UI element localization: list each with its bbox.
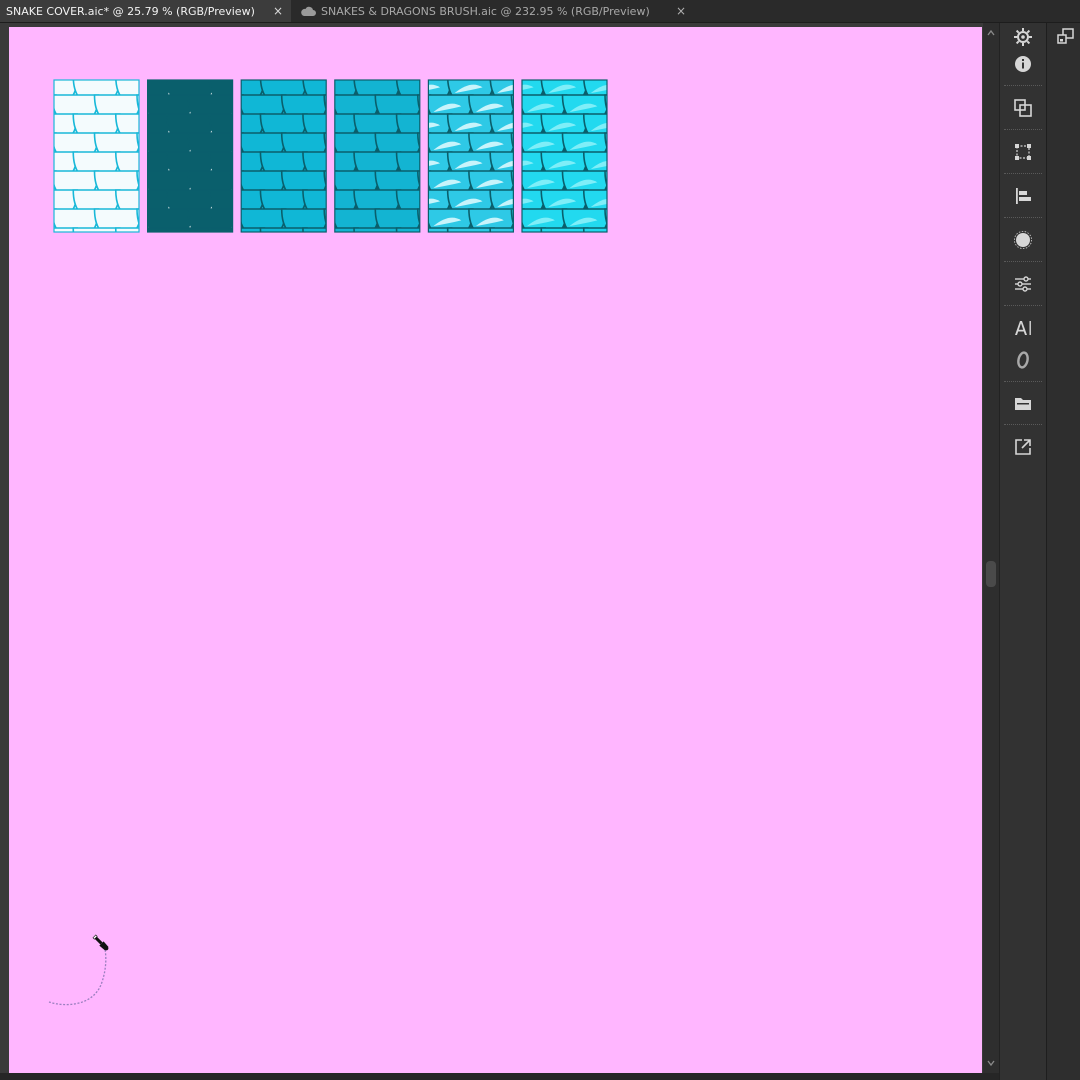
scroll-up-icon[interactable] [985, 27, 997, 39]
character-icon[interactable] [1008, 314, 1038, 342]
tab-label: SNAKES & DRAGONS BRUSH.aic @ 232.95 % (R… [321, 4, 650, 18]
secondary-panel-dock [1046, 23, 1080, 1080]
libraries-icon[interactable] [1008, 389, 1038, 417]
vertical-scrollbar[interactable] [983, 23, 999, 1073]
tab-label: SNAKE COVER.aic* @ 25.79 % (RGB/Preview) [6, 4, 255, 18]
artboard[interactable] [9, 27, 982, 1073]
align-icon[interactable] [1008, 182, 1038, 210]
artwork-layer[interactable] [9, 27, 982, 1073]
panel-separator [1004, 305, 1042, 308]
close-tab-icon[interactable]: × [273, 4, 283, 18]
tab-snake-cover[interactable]: SNAKE COVER.aic* @ 25.79 % (RGB/Preview)… [0, 0, 291, 22]
glyphs-icon[interactable] [1008, 346, 1038, 374]
paintbrush-cursor-icon [92, 934, 109, 951]
panel-separator [1004, 173, 1042, 176]
export-icon[interactable] [1008, 433, 1038, 461]
panel-separator [1004, 424, 1042, 427]
scroll-thumb[interactable] [986, 561, 996, 587]
scroll-down-icon[interactable] [985, 1057, 997, 1069]
gear-icon[interactable] [1008, 23, 1038, 51]
panel-separator [1004, 261, 1042, 264]
brush-stroke [48, 948, 107, 1006]
pathfinder-icon[interactable] [1008, 94, 1038, 122]
panel-separator [1004, 129, 1042, 132]
canvas-area[interactable] [0, 23, 983, 1073]
panel-separator [1004, 381, 1042, 384]
panel-separator [1004, 85, 1042, 88]
document-tab-bar: SNAKE COVER.aic* @ 25.79 % (RGB/Preview)… [0, 0, 1080, 23]
tab-snakes-dragons-brush[interactable]: SNAKES & DRAGONS BRUSH.aic @ 232.95 % (R… [292, 0, 692, 22]
properties-icon[interactable] [1008, 270, 1038, 298]
transform-icon[interactable] [1008, 138, 1038, 166]
arrange-icon[interactable] [1051, 22, 1080, 50]
close-tab-icon[interactable]: × [676, 4, 686, 18]
cloud-icon [301, 6, 316, 16]
info-icon[interactable] [1008, 50, 1038, 78]
panel-separator [1004, 217, 1042, 220]
panel-dock [999, 23, 1047, 1080]
scale-swatch-group[interactable] [9, 76, 694, 276]
status-bar [0, 1073, 1000, 1080]
appearance-icon[interactable] [1008, 226, 1038, 254]
